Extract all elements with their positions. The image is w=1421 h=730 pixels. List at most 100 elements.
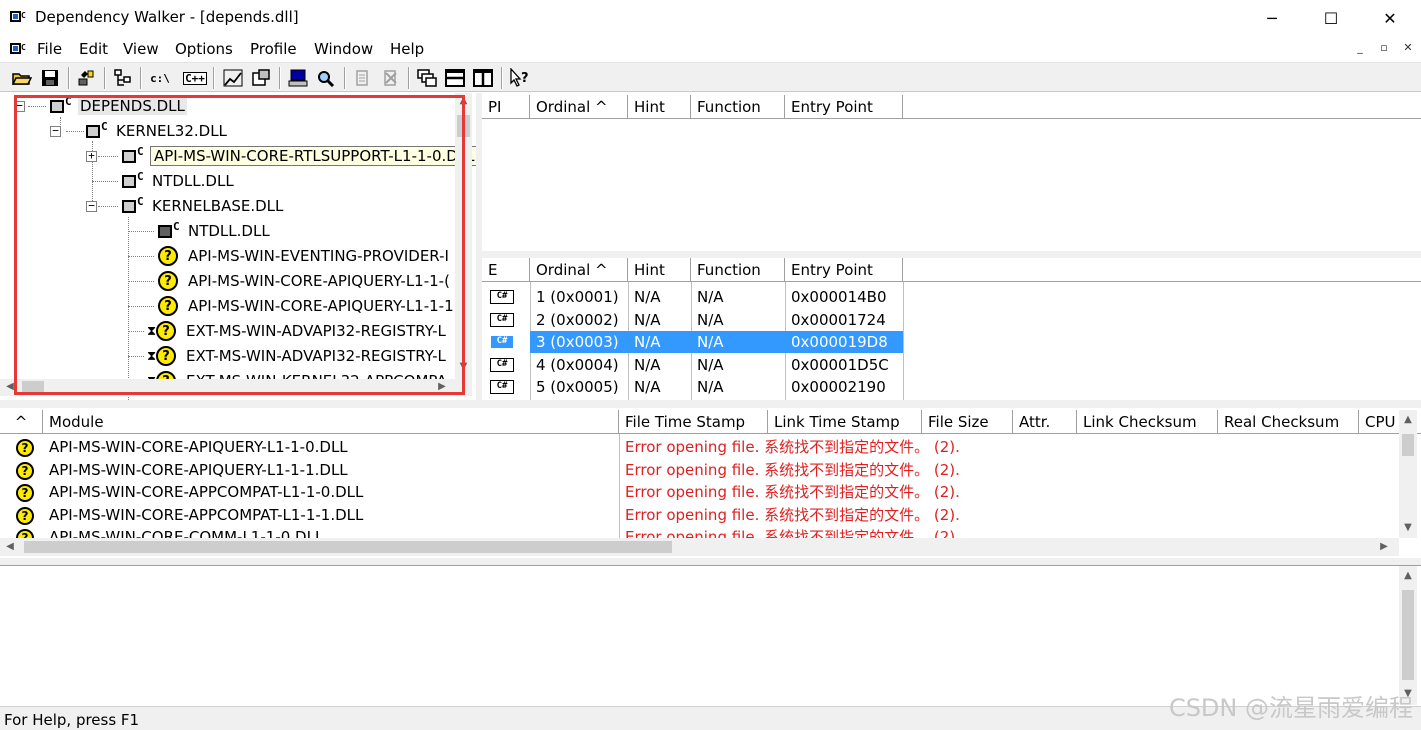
col-link-time-stamp[interactable]: Link Time Stamp	[768, 410, 922, 434]
menu-profile[interactable]: Profile	[250, 40, 297, 58]
modules-horizontal-scrollbar[interactable]: ◀ ▶	[0, 538, 1399, 556]
scroll-left-icon[interactable]: ◀	[4, 381, 16, 392]
module-row[interactable]: ? API-MS-WIN-CORE-APPCOMPAT-L1-1-0.DLL Err…	[0, 481, 1399, 503]
tree-item-depends-dll[interactable]: C DEPENDS.DLL	[48, 95, 187, 117]
undecorate-cpp-button[interactable]: C++	[183, 67, 207, 89]
col-pi[interactable]: PI	[482, 95, 530, 119]
stop-profiling-button[interactable]	[380, 67, 402, 89]
tree-item-ntdll-dll[interactable]: C NTDLL.DLL	[120, 170, 236, 192]
open-button[interactable]	[11, 67, 33, 89]
scroll-thumb[interactable]	[457, 115, 470, 137]
export-row[interactable]: C# 1 (0x0001) N/A N/A 0x000014B0	[482, 286, 903, 308]
export-row[interactable]: C# 5 (0x0005) N/A N/A 0x00002190	[482, 376, 903, 398]
scroll-thumb[interactable]	[1402, 590, 1414, 680]
scroll-right-icon[interactable]: ▶	[436, 381, 448, 392]
minimize-button[interactable]: ─	[1242, 0, 1302, 36]
menu-file[interactable]: File	[37, 40, 62, 58]
scroll-up-icon[interactable]: ▲	[1399, 414, 1417, 425]
view-full-paths-button[interactable]	[112, 67, 134, 89]
tree-item-eventing-provider[interactable]: ? API-MS-WIN-EVENTING-PROVIDER-I	[158, 245, 451, 267]
col-file-time-stamp[interactable]: File Time Stamp	[619, 410, 768, 434]
full-path-button[interactable]: c:\	[149, 67, 171, 89]
col-file-size[interactable]: File Size	[922, 410, 1013, 434]
tree-item-apiquery-1-1[interactable]: ? API-MS-WIN-CORE-APIQUERY-L1-1-1	[158, 295, 456, 317]
col-entry-point[interactable]: Entry Point	[785, 258, 903, 282]
tree-item-advapi32-registry-2[interactable]: ⧗ ? EXT-MS-WIN-ADVAPI32-REGISTRY-L	[147, 345, 448, 367]
tile-horizontal-button[interactable]	[444, 67, 466, 89]
export-row[interactable]: C# 3 (0x0003) N/A N/A 0x000019D8	[482, 331, 903, 353]
mdi-minimize-button[interactable]: _	[1352, 41, 1368, 57]
export-row[interactable]: C# 4 (0x0004) N/A N/A 0x00001D5C	[482, 354, 903, 376]
save-button[interactable]	[39, 67, 61, 89]
scroll-thumb[interactable]	[1402, 434, 1414, 456]
tree-horizontal-scrollbar[interactable]: ◀ ▶	[0, 379, 472, 396]
system-information-button[interactable]	[287, 67, 309, 89]
col-function[interactable]: Function	[691, 258, 785, 282]
col-hint[interactable]: Hint	[628, 95, 691, 119]
menu-options[interactable]: Options	[175, 40, 233, 58]
exports-pane[interactable]: E Ordinal ^ Hint Function Entry Point C#…	[482, 258, 1421, 400]
col-hint[interactable]: Hint	[628, 258, 691, 282]
tree-item-kernelbase-dll[interactable]: C KERNELBASE.DLL	[120, 195, 285, 217]
start-profiling-button[interactable]	[352, 67, 374, 89]
mdi-restore-button[interactable]: ▫	[1376, 41, 1392, 57]
modules-vertical-scrollbar[interactable]: ▲ ▼	[1399, 410, 1417, 538]
find-file-button[interactable]	[315, 67, 337, 89]
col-link-checksum[interactable]: Link Checksum	[1077, 410, 1218, 434]
col-e[interactable]: E	[482, 258, 530, 282]
module-list-pane[interactable]: ^ Module File Time Stamp Link Time Stamp…	[0, 408, 1421, 558]
scroll-up-icon[interactable]: ▲	[455, 95, 472, 106]
col-entry-point[interactable]: Entry Point	[785, 95, 903, 119]
scroll-down-icon[interactable]: ▼	[1399, 522, 1417, 533]
mdi-close-button[interactable]: ✕	[1400, 41, 1416, 57]
close-button[interactable]: ✕	[1360, 0, 1420, 36]
mdi-doc-icon[interactable]: C	[10, 41, 28, 57]
module-tree-pane[interactable]: − − + − C DEPENDS.DLL C KERNEL32.DLL C A…	[0, 93, 476, 400]
scroll-left-icon[interactable]: ◀	[4, 541, 16, 552]
tree-item-rtlsupport-dll[interactable]: C API-MS-WIN-CORE-RTLSUPPORT-L1-1-0.DLL	[120, 145, 476, 167]
tree-collapse-toggle[interactable]: −	[50, 125, 61, 137]
col-function[interactable]: Function	[691, 95, 785, 119]
menu-edit[interactable]: Edit	[79, 40, 108, 58]
log-vertical-scrollbar[interactable]: ▲ ▼	[1399, 566, 1417, 705]
module-row[interactable]: ? API-MS-WIN-CORE-APIQUERY-L1-1-0.DLL Erro…	[0, 436, 1399, 458]
tree-collapse-toggle[interactable]: −	[86, 200, 97, 212]
tree-item-kernel32-dll[interactable]: C KERNEL32.DLL	[84, 120, 229, 142]
menu-window[interactable]: Window	[314, 40, 373, 58]
module-row[interactable]: ? API-MS-WIN-CORE-APIQUERY-L1-1-1.DLL Erro…	[0, 459, 1399, 481]
tile-vertical-button[interactable]	[472, 67, 494, 89]
col-real-checksum[interactable]: Real Checksum	[1218, 410, 1359, 434]
scroll-right-icon[interactable]: ▶	[1378, 541, 1390, 552]
log-pane[interactable]: ▲ ▼	[0, 565, 1421, 706]
tree-collapse-toggle[interactable]: −	[14, 100, 25, 112]
scroll-thumb[interactable]	[24, 541, 672, 553]
tree-item-apiquery-1-0[interactable]: ? API-MS-WIN-CORE-APIQUERY-L1-1-(	[158, 270, 452, 292]
tree-item-ntdll-dll-duplicate[interactable]: C NTDLL.DLL	[156, 220, 272, 242]
scroll-thumb[interactable]	[22, 381, 44, 394]
maximize-button[interactable]: ☐	[1301, 0, 1361, 36]
scroll-up-icon[interactable]: ▲	[1399, 570, 1417, 581]
menu-view[interactable]: View	[123, 40, 159, 58]
horizontal-splitter[interactable]	[0, 400, 1421, 408]
col-sort-indicator[interactable]: ^	[0, 410, 43, 434]
col-attr[interactable]: Attr.	[1013, 410, 1077, 434]
col-ordinal[interactable]: Ordinal ^	[530, 95, 628, 119]
export-row[interactable]: C# 2 (0x0002) N/A N/A 0x00001724	[482, 309, 903, 331]
col-cpu[interactable]: CPU	[1359, 410, 1399, 434]
tree-item-advapi32-registry-1[interactable]: ⧗ ? EXT-MS-WIN-ADVAPI32-REGISTRY-L	[147, 320, 448, 342]
menu-help[interactable]: Help	[390, 40, 424, 58]
tree-expand-toggle[interactable]: +	[86, 150, 97, 162]
find-button[interactable]	[77, 67, 99, 89]
scroll-down-icon[interactable]: ▼	[455, 361, 472, 372]
col-module[interactable]: Module	[43, 410, 619, 434]
horizontal-splitter[interactable]	[482, 251, 1421, 258]
col-ordinal[interactable]: Ordinal ^	[530, 258, 628, 282]
parent-imports-pane[interactable]: PI Ordinal ^ Hint Function Entry Point	[482, 95, 1421, 251]
context-help-button[interactable]: ?	[509, 67, 531, 89]
module-row[interactable]: ? API-MS-WIN-CORE-APPCOMPAT-L1-1-1.DLL Err…	[0, 504, 1399, 526]
cascade-button[interactable]	[416, 67, 438, 89]
properties-button[interactable]	[250, 67, 272, 89]
horizontal-splitter[interactable]	[0, 558, 1421, 565]
configure-module-button[interactable]	[222, 67, 244, 89]
tree-vertical-scrollbar[interactable]: ▲ ▼	[455, 93, 472, 379]
